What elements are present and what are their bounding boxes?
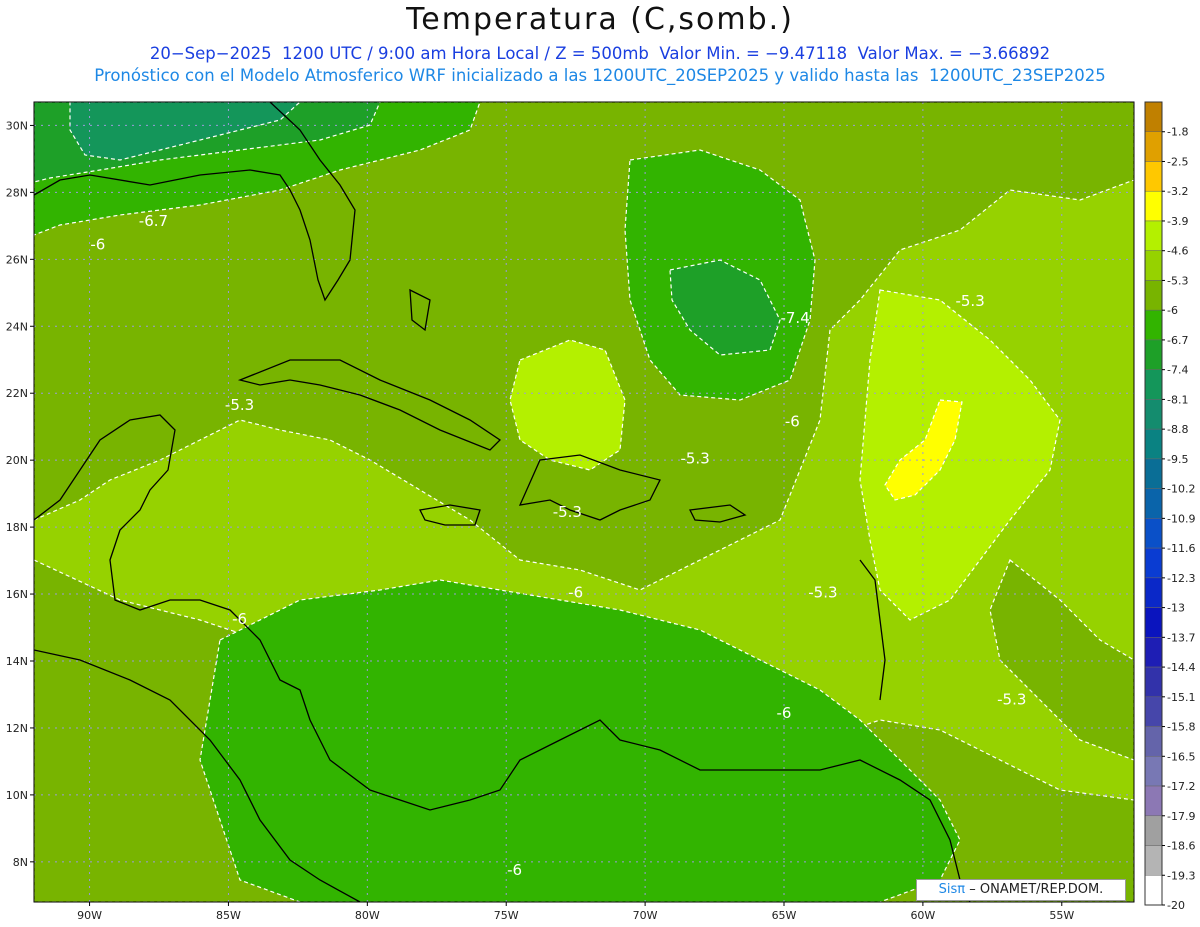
colorbar-label: -14.4 xyxy=(1167,661,1195,674)
lat-tick-label: 24N xyxy=(6,320,28,333)
contour-label: -5.3 xyxy=(553,503,582,521)
colorbar-label: -6.7 xyxy=(1167,334,1188,347)
colorbar-swatch xyxy=(1144,309,1163,341)
colorbar-label: -9.5 xyxy=(1167,453,1188,466)
lat-tick-label: 10N xyxy=(6,789,28,802)
lat-tick-label: 16N xyxy=(6,588,28,601)
colorbar-label: -6 xyxy=(1167,304,1178,317)
colorbar-swatch xyxy=(1144,666,1163,698)
contour-label: -5.3 xyxy=(997,691,1026,709)
lat-tick-label: 22N xyxy=(6,387,28,400)
colorbar-label: -18.6 xyxy=(1167,840,1195,853)
colorbar-swatch xyxy=(1144,161,1163,192)
lon-tick-label: 60W xyxy=(910,909,935,922)
contour-label: -6 xyxy=(777,704,792,722)
colorbar-label: -10.9 xyxy=(1167,512,1195,525)
colorbar-swatch xyxy=(1144,845,1163,876)
colorbar-swatch xyxy=(1144,726,1163,757)
latitude-axis: 30N 28N 26N 24N 22N 20N 18N 16N 14N 12N 10N 8N xyxy=(6,119,34,869)
colorbar-swatch xyxy=(1144,250,1163,281)
contour-label: -6 xyxy=(785,413,800,431)
colorbar-swatch xyxy=(1144,190,1163,222)
colorbar-swatch xyxy=(1144,131,1163,162)
colorbar-label: -10.2 xyxy=(1167,483,1195,496)
colorbar-label: -16.5 xyxy=(1167,750,1195,763)
colorbar-label: -20 xyxy=(1167,899,1185,912)
colorbar: -1.8 -2.5 -3.2 -3.9 -4.6 -5.3 -6 -6.7 -7.4 -8.1 -8… xyxy=(1144,101,1195,912)
contour-label: -7.4 xyxy=(780,309,809,327)
lat-tick-label: 30N xyxy=(6,119,28,132)
lat-tick-label: 14N xyxy=(6,655,28,668)
credit-box: Sisπ – ONAMET/REP.DOM. xyxy=(916,879,1126,901)
lat-tick-label: 8N xyxy=(13,856,28,869)
colorbar-swatch xyxy=(1144,637,1163,668)
colorbar-label: -3.2 xyxy=(1167,185,1188,198)
lon-tick-label: 55W xyxy=(1049,909,1074,922)
colorbar-swatch xyxy=(1144,785,1163,817)
contour-label: -6 xyxy=(507,861,522,879)
colorbar-swatch xyxy=(1144,875,1163,906)
colorbar-label: -17.9 xyxy=(1167,810,1195,823)
temperature-map: -6.7 -6 -7.4 -5.3 -5.3 -6 -5.3 -5.3 -6 -5.3 -6 -6 -5… xyxy=(6,101,1195,922)
colorbar-swatch xyxy=(1144,577,1163,608)
credit-logo-text: Sisπ xyxy=(938,882,966,897)
colorbar-label: -7.4 xyxy=(1167,364,1188,377)
colorbar-swatch xyxy=(1144,815,1163,846)
colorbar-swatch xyxy=(1144,369,1163,400)
colorbar-swatch xyxy=(1144,220,1163,251)
lon-tick-label: 70W xyxy=(633,909,658,922)
colorbar-label: -1.8 xyxy=(1167,126,1188,139)
contour-label: -5.3 xyxy=(808,583,837,601)
colorbar-swatch xyxy=(1144,756,1163,787)
colorbar-swatch xyxy=(1144,428,1163,460)
colorbar-label: -15.1 xyxy=(1167,691,1195,704)
colorbar-swatch xyxy=(1144,547,1163,579)
contour-label: -6 xyxy=(568,583,583,601)
lon-tick-label: 85W xyxy=(216,909,241,922)
colorbar-label: -4.6 xyxy=(1167,245,1188,258)
colorbar-label: -17.2 xyxy=(1167,780,1195,793)
colorbar-swatch xyxy=(1144,339,1163,370)
colorbar-label: -11.6 xyxy=(1167,542,1195,555)
contour-label: -6 xyxy=(90,235,105,253)
colorbar-label: -15.8 xyxy=(1167,721,1195,734)
credit-text: – ONAMET/REP.DOM. xyxy=(969,882,1104,897)
colorbar-label: -5.3 xyxy=(1167,274,1188,287)
lat-tick-label: 28N xyxy=(6,186,28,199)
lat-tick-label: 20N xyxy=(6,454,28,467)
contour-label: -5.3 xyxy=(955,292,984,310)
colorbar-label: -13.7 xyxy=(1167,631,1195,644)
contour-label: -6 xyxy=(232,610,247,628)
lat-tick-label: 26N xyxy=(6,253,28,266)
lon-tick-label: 75W xyxy=(494,909,519,922)
longitude-axis: 90W 85W 80W 75W 70W 65W 60W 55W xyxy=(77,902,1074,922)
lon-tick-label: 80W xyxy=(355,909,380,922)
colorbar-swatch xyxy=(1144,518,1163,549)
contour-label: -6.7 xyxy=(139,212,168,230)
colorbar-swatch xyxy=(1144,458,1163,489)
colorbar-swatch xyxy=(1144,101,1163,132)
colorbar-label: -8.1 xyxy=(1167,393,1188,406)
colorbar-swatch xyxy=(1144,696,1163,727)
colorbar-label: -8.8 xyxy=(1167,423,1188,436)
contour-label: -5.3 xyxy=(225,396,254,414)
lat-tick-label: 18N xyxy=(6,521,28,534)
colorbar-label: -3.9 xyxy=(1167,215,1188,228)
colorbar-swatch xyxy=(1144,488,1163,519)
lon-tick-label: 65W xyxy=(772,909,797,922)
colorbar-swatch xyxy=(1144,280,1163,311)
colorbar-label: -12.3 xyxy=(1167,572,1195,585)
colorbar-label: -13 xyxy=(1167,602,1185,615)
lon-tick-label: 90W xyxy=(77,909,102,922)
colorbar-label: -2.5 xyxy=(1167,155,1188,168)
lat-tick-label: 12N xyxy=(6,722,28,735)
colorbar-swatch xyxy=(1144,399,1163,430)
colorbar-label: -19.3 xyxy=(1167,869,1195,882)
contour-label: -5.3 xyxy=(680,450,709,468)
colorbar-swatch xyxy=(1144,607,1163,638)
